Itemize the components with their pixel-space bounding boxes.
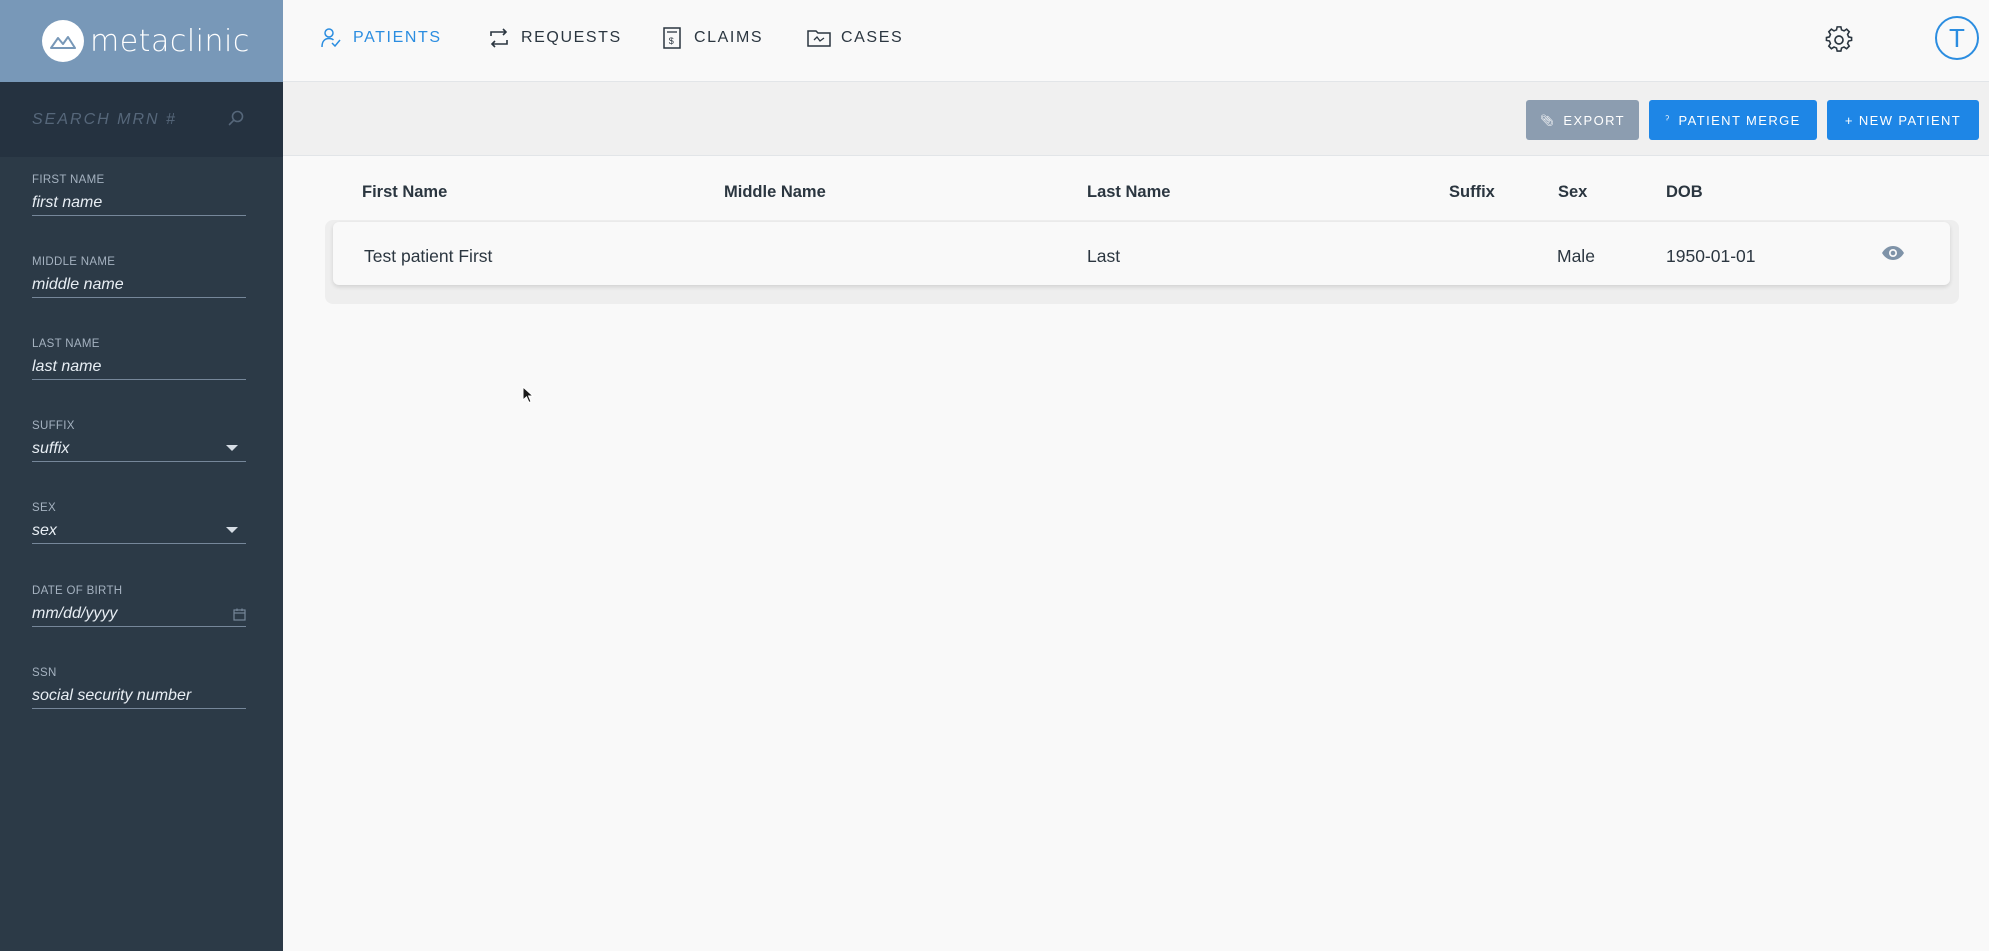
first-name-field[interactable] bbox=[32, 190, 246, 216]
export-button[interactable]: 📎︎ EXPORT bbox=[1526, 100, 1639, 140]
cell-first-name: Test patient First bbox=[364, 246, 493, 266]
new-patient-button-label: + NEW PATIENT bbox=[1844, 112, 1962, 128]
logo-text: metaclinic bbox=[90, 23, 250, 59]
nav-patients-label: PATIENTS bbox=[353, 29, 442, 46]
nav-requests-label: REQUESTS bbox=[521, 29, 622, 46]
sex-select[interactable] bbox=[32, 518, 246, 544]
nav-claims-label: CLAIMS bbox=[694, 29, 764, 46]
top-nav: PATIENTS REQUESTS $ CLAIMS CASES bbox=[283, 0, 1989, 82]
patient-merge-button-label: PATIENT MERGE bbox=[1678, 112, 1801, 128]
first-name-filter: FIRST NAME bbox=[32, 174, 246, 216]
nav-cases-label: CASES bbox=[841, 29, 904, 46]
table-row[interactable]: Test patient First Last Male 1950-01-01 bbox=[333, 222, 1950, 285]
folder-icon bbox=[807, 26, 831, 50]
search-icon[interactable] bbox=[228, 110, 244, 126]
nav-claims[interactable]: $ CLAIMS bbox=[660, 18, 763, 58]
svg-text:$: $ bbox=[669, 36, 676, 46]
logo[interactable]: metaclinic bbox=[0, 0, 283, 82]
last-name-label: LAST NAME bbox=[32, 338, 100, 350]
repeat-arrows-icon bbox=[487, 26, 511, 50]
sex-filter: SEX bbox=[32, 502, 246, 544]
sidebar: metaclinic FIRST NAME MIDDLE NAME LAST N… bbox=[0, 0, 283, 951]
avatar[interactable]: T bbox=[1935, 16, 1979, 60]
chevron-down-icon[interactable] bbox=[226, 445, 238, 451]
suffix-filter: SUFFIX bbox=[32, 420, 246, 462]
new-patient-button[interactable]: + NEW PATIENT bbox=[1827, 100, 1979, 140]
action-toolbar: 📎︎ EXPORT ˀ PATIENT MERGE + NEW PATIENT bbox=[283, 82, 1989, 156]
ssn-label: SSN bbox=[32, 667, 57, 679]
eye-icon[interactable] bbox=[1881, 245, 1905, 261]
nav-cases[interactable]: CASES bbox=[807, 18, 903, 58]
cell-sex: Male bbox=[1557, 246, 1595, 266]
dob-filter: DATE OF BIRTH bbox=[32, 585, 246, 627]
nav-patients[interactable]: PATIENTS bbox=[319, 18, 442, 58]
column-header-last-name[interactable]: Last Name bbox=[1087, 183, 1170, 202]
mouse-cursor-icon bbox=[522, 386, 534, 404]
chevron-down-icon[interactable] bbox=[226, 527, 238, 533]
last-name-filter: LAST NAME bbox=[32, 338, 246, 380]
cell-dob: 1950-01-01 bbox=[1666, 246, 1756, 266]
column-header-first-name[interactable]: First Name bbox=[362, 183, 447, 202]
dob-label: DATE OF BIRTH bbox=[32, 585, 123, 597]
middle-name-label: MIDDLE NAME bbox=[32, 256, 116, 268]
column-header-dob[interactable]: DOB bbox=[1666, 183, 1703, 202]
column-header-suffix[interactable]: Suffix bbox=[1449, 183, 1495, 202]
paperclip-icon: 📎︎ bbox=[1540, 114, 1556, 127]
cell-last-name: Last bbox=[1087, 246, 1121, 266]
patient-merge-button[interactable]: ˀ PATIENT MERGE bbox=[1649, 100, 1817, 140]
ssn-field[interactable] bbox=[32, 683, 246, 709]
dob-field[interactable] bbox=[32, 601, 246, 627]
patient-icon bbox=[319, 26, 343, 50]
suffix-select[interactable] bbox=[32, 436, 246, 462]
person-icon: ˀ bbox=[1665, 114, 1671, 126]
mrn-search-input[interactable] bbox=[32, 106, 222, 134]
column-header-middle-name[interactable]: Middle Name bbox=[724, 183, 826, 202]
gear-icon[interactable] bbox=[1825, 26, 1853, 54]
first-name-label: FIRST NAME bbox=[32, 174, 105, 186]
ssn-filter: SSN bbox=[32, 667, 246, 709]
calendar-icon[interactable] bbox=[233, 608, 246, 621]
suffix-label: SUFFIX bbox=[32, 420, 75, 432]
middle-name-filter: MIDDLE NAME bbox=[32, 256, 246, 298]
middle-name-field[interactable] bbox=[32, 272, 246, 298]
nav-requests[interactable]: REQUESTS bbox=[487, 18, 622, 58]
column-header-sex[interactable]: Sex bbox=[1558, 183, 1587, 202]
last-name-field[interactable] bbox=[32, 354, 246, 380]
export-button-label: EXPORT bbox=[1563, 112, 1625, 128]
logo-mountain-icon bbox=[42, 20, 84, 62]
claim-document-icon: $ bbox=[660, 26, 684, 50]
sex-label: SEX bbox=[32, 502, 56, 514]
